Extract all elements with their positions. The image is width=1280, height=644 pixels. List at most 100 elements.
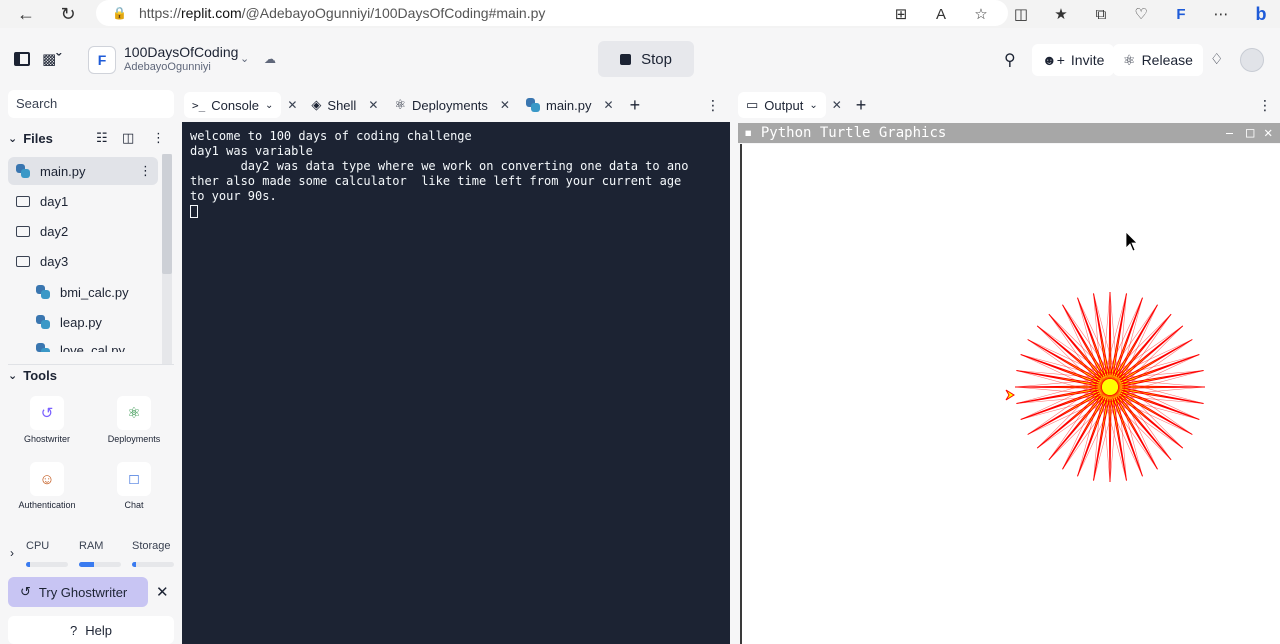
close-icon[interactable]: ✕ bbox=[368, 98, 378, 112]
new-file-icon[interactable]: ☷ bbox=[96, 130, 108, 146]
close-icon[interactable]: ✕ bbox=[156, 583, 169, 601]
search-icon[interactable]: ⚲ bbox=[1004, 50, 1016, 70]
add-tab-icon[interactable]: + bbox=[630, 95, 641, 116]
repl-owner[interactable]: AdebayoOgunniyi bbox=[124, 61, 211, 73]
release-icon: ⚛ bbox=[1123, 51, 1136, 68]
turtle-canvas[interactable] bbox=[740, 144, 1280, 644]
folder-icon bbox=[16, 195, 30, 207]
folder-day2[interactable]: day2 bbox=[8, 217, 158, 245]
turtle-window-titlebar[interactable]: ▪ Python Turtle Graphics ⎯ □ ✕ bbox=[738, 123, 1280, 143]
tab-console[interactable]: >_ Console ⌄ bbox=[184, 92, 282, 118]
tab-label: Console bbox=[211, 97, 259, 113]
python-icon bbox=[36, 315, 50, 329]
health-icon[interactable]: ♡ bbox=[1130, 3, 1152, 25]
folder-day3[interactable]: day3 bbox=[8, 247, 158, 275]
repl-logo[interactable]: F bbox=[88, 46, 116, 74]
close-icon[interactable]: ✕ bbox=[832, 98, 842, 112]
minimize-icon[interactable]: ⎯ bbox=[1226, 123, 1233, 143]
pane-resize-handle[interactable] bbox=[730, 88, 736, 644]
split-screen-icon[interactable]: ◫ bbox=[1010, 3, 1032, 25]
extension-icon[interactable]: F bbox=[1170, 3, 1192, 25]
try-ghostwriter-button[interactable]: ↺ Try Ghostwriter bbox=[8, 577, 148, 607]
more-icon[interactable]: ⋯ bbox=[1210, 3, 1232, 25]
files-scrollbar-thumb[interactable] bbox=[162, 154, 172, 274]
tool-authentication[interactable]: ☺ Authentication bbox=[7, 462, 87, 522]
tab-label: main.py bbox=[545, 97, 592, 113]
browser-toolbar: ← ↻ 🔒 https://replit.com/@AdebayoOgunniy… bbox=[0, 0, 1280, 28]
console-line: to your 90s. bbox=[190, 189, 277, 203]
release-label: Release bbox=[1141, 52, 1193, 68]
pane-menu-icon[interactable]: ⋮ bbox=[1258, 97, 1272, 114]
file-leap[interactable]: leap.py bbox=[8, 308, 158, 336]
repl-name[interactable]: 100DaysOfCoding bbox=[124, 44, 238, 60]
file-menu-icon[interactable]: ⋮ bbox=[139, 163, 152, 179]
favorites-icon[interactable]: ★ bbox=[1050, 3, 1072, 25]
bell-icon[interactable]: ♢ bbox=[1210, 50, 1223, 68]
tools-section-header[interactable]: ⌄ Tools bbox=[8, 364, 174, 384]
file-name: main.py bbox=[40, 163, 86, 179]
chevron-down-icon[interactable]: ⌄ bbox=[265, 100, 273, 111]
help-button[interactable]: ? Help bbox=[8, 616, 174, 644]
file-name: day2 bbox=[40, 223, 69, 239]
turtle-window-title: Python Turtle Graphics bbox=[760, 125, 947, 141]
tab-main-py[interactable]: main.py ✕ bbox=[518, 92, 622, 118]
ram-label: RAM bbox=[79, 540, 104, 552]
files-menu-icon[interactable]: ⋮ bbox=[152, 130, 165, 146]
tab-shell[interactable]: ◈ Shell ✕ bbox=[303, 92, 386, 118]
close-icon[interactable]: ✕ bbox=[1264, 123, 1272, 143]
file-bmi-calc[interactable]: bmi_calc.py bbox=[8, 278, 158, 306]
close-icon[interactable]: ✕ bbox=[604, 98, 614, 112]
read-aloud-icon[interactable]: A bbox=[930, 3, 952, 25]
console-line: ther also made some calculator like time… bbox=[190, 174, 682, 188]
tab-output[interactable]: ▭ Output ⌄ bbox=[738, 92, 826, 118]
file-love-cal[interactable]: love_cal.py bbox=[8, 340, 158, 352]
search-input[interactable]: Search bbox=[8, 90, 174, 118]
tab-deployments[interactable]: ⚛ Deployments ✕ bbox=[386, 92, 518, 118]
sidebar-toggle-icon[interactable] bbox=[14, 52, 30, 66]
close-icon[interactable]: ✕ bbox=[287, 98, 297, 112]
new-folder-icon[interactable]: ◫ bbox=[122, 130, 134, 146]
ram-fill bbox=[79, 562, 94, 567]
console-cursor-line[interactable] bbox=[190, 204, 722, 219]
maximize-icon[interactable]: □ bbox=[1246, 123, 1254, 143]
python-icon bbox=[36, 285, 50, 299]
files-section-header[interactable]: ⌄ Files ☷ ◫ ⋮ bbox=[8, 128, 174, 148]
add-tab-icon[interactable]: + bbox=[856, 95, 867, 116]
tool-chat[interactable]: □ Chat bbox=[94, 462, 174, 522]
folder-day1[interactable]: day1 bbox=[8, 187, 158, 215]
tool-ghostwriter[interactable]: ↺ Ghostwriter bbox=[7, 396, 87, 456]
console-output[interactable]: welcome to 100 days of coding challenge … bbox=[182, 122, 730, 644]
release-button[interactable]: ⚛ Release bbox=[1113, 44, 1203, 76]
python-icon bbox=[16, 164, 30, 178]
ghostwriter-icon: ↺ bbox=[30, 396, 64, 430]
collections-icon[interactable]: ⧉ bbox=[1090, 3, 1112, 25]
back-icon[interactable]: ← bbox=[12, 2, 40, 26]
tool-deployments[interactable]: ⚛ Deployments bbox=[94, 396, 174, 456]
file-name: love_cal.py bbox=[60, 342, 126, 353]
chevron-down-icon[interactable]: ⌄ bbox=[809, 100, 817, 111]
apps-icon[interactable]: ⊞ bbox=[890, 3, 912, 25]
sidebar: Search ⌄ Files ☷ ◫ ⋮ main.py ⋮ day1 day2… bbox=[0, 88, 178, 644]
file-name: day1 bbox=[40, 193, 69, 209]
tool-label: Deployments bbox=[107, 434, 161, 444]
python-icon bbox=[36, 343, 50, 352]
replit-menu-icon[interactable]: ▩ˇ bbox=[42, 50, 61, 68]
close-icon[interactable]: ✕ bbox=[500, 98, 510, 112]
invite-button[interactable]: ☻+ Invite bbox=[1032, 44, 1115, 76]
file-main-py[interactable]: main.py ⋮ bbox=[8, 157, 158, 185]
stop-button[interactable]: Stop bbox=[598, 41, 694, 77]
pane-menu-icon[interactable]: ⋮ bbox=[706, 97, 720, 114]
turtle-drawing bbox=[1005, 231, 1206, 483]
avatar[interactable] bbox=[1240, 48, 1264, 72]
refresh-icon[interactable]: ↻ bbox=[54, 2, 82, 26]
chevron-down-icon: ⌄ bbox=[8, 132, 18, 145]
url-text: https://replit.com/@AdebayoOgunniyi/100D… bbox=[138, 5, 546, 21]
question-icon: ? bbox=[70, 622, 78, 638]
file-name: bmi_calc.py bbox=[60, 284, 129, 300]
favorite-star-icon[interactable]: ☆ bbox=[970, 3, 992, 25]
terminal-icon: >_ bbox=[192, 98, 206, 112]
address-bar[interactable]: 🔒 https://replit.com/@AdebayoOgunniyi/10… bbox=[96, 0, 1008, 26]
python-icon bbox=[525, 98, 540, 112]
bing-icon[interactable]: b bbox=[1250, 3, 1272, 25]
chevron-down-icon[interactable]: ⌄ bbox=[240, 52, 249, 65]
